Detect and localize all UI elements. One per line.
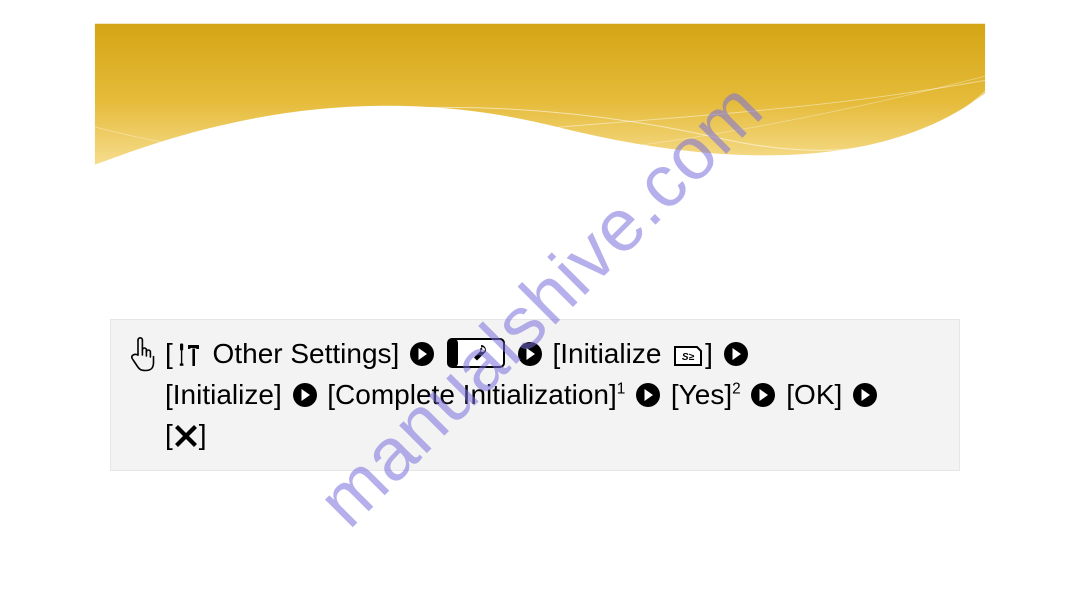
- yes-label: [Yes]: [671, 379, 732, 410]
- watermark-text: manualshive.com: [301, 65, 779, 543]
- svg-text:S≥: S≥: [682, 352, 695, 363]
- instruction-box: [ Other Settings]: [110, 319, 960, 471]
- close-prefix: [: [165, 419, 173, 450]
- arrow-icon: [635, 382, 661, 408]
- footnote-2: 2: [732, 380, 741, 397]
- arrow-icon: [517, 341, 543, 367]
- arrow-icon: [409, 341, 435, 367]
- arrow-icon: [292, 382, 318, 408]
- bracket-open: [: [165, 338, 173, 369]
- initialize-sd-prefix: [Initialize: [552, 338, 669, 369]
- gold-banner: [0, 0, 1080, 220]
- sd-card-icon: S≥: [673, 345, 703, 367]
- other-settings-label: Other Settings]: [205, 338, 400, 369]
- initialize-step: [Initialize]: [165, 379, 282, 410]
- arrow-icon: [750, 382, 776, 408]
- footnote-1: 1: [617, 380, 626, 397]
- ok-label: [OK]: [786, 379, 842, 410]
- initialize-sd-suffix: ]: [705, 338, 713, 369]
- arrow-icon: [723, 341, 749, 367]
- complete-init-label: [Complete Initialization]: [327, 379, 616, 410]
- close-icon: [175, 425, 197, 447]
- tools-icon: [177, 342, 203, 368]
- instruction-text: [ Other Settings]: [165, 334, 941, 456]
- touch-icon: [125, 336, 157, 374]
- close-suffix: ]: [199, 419, 207, 450]
- arrow-icon: [852, 382, 878, 408]
- wrench-button-icon: [447, 338, 505, 368]
